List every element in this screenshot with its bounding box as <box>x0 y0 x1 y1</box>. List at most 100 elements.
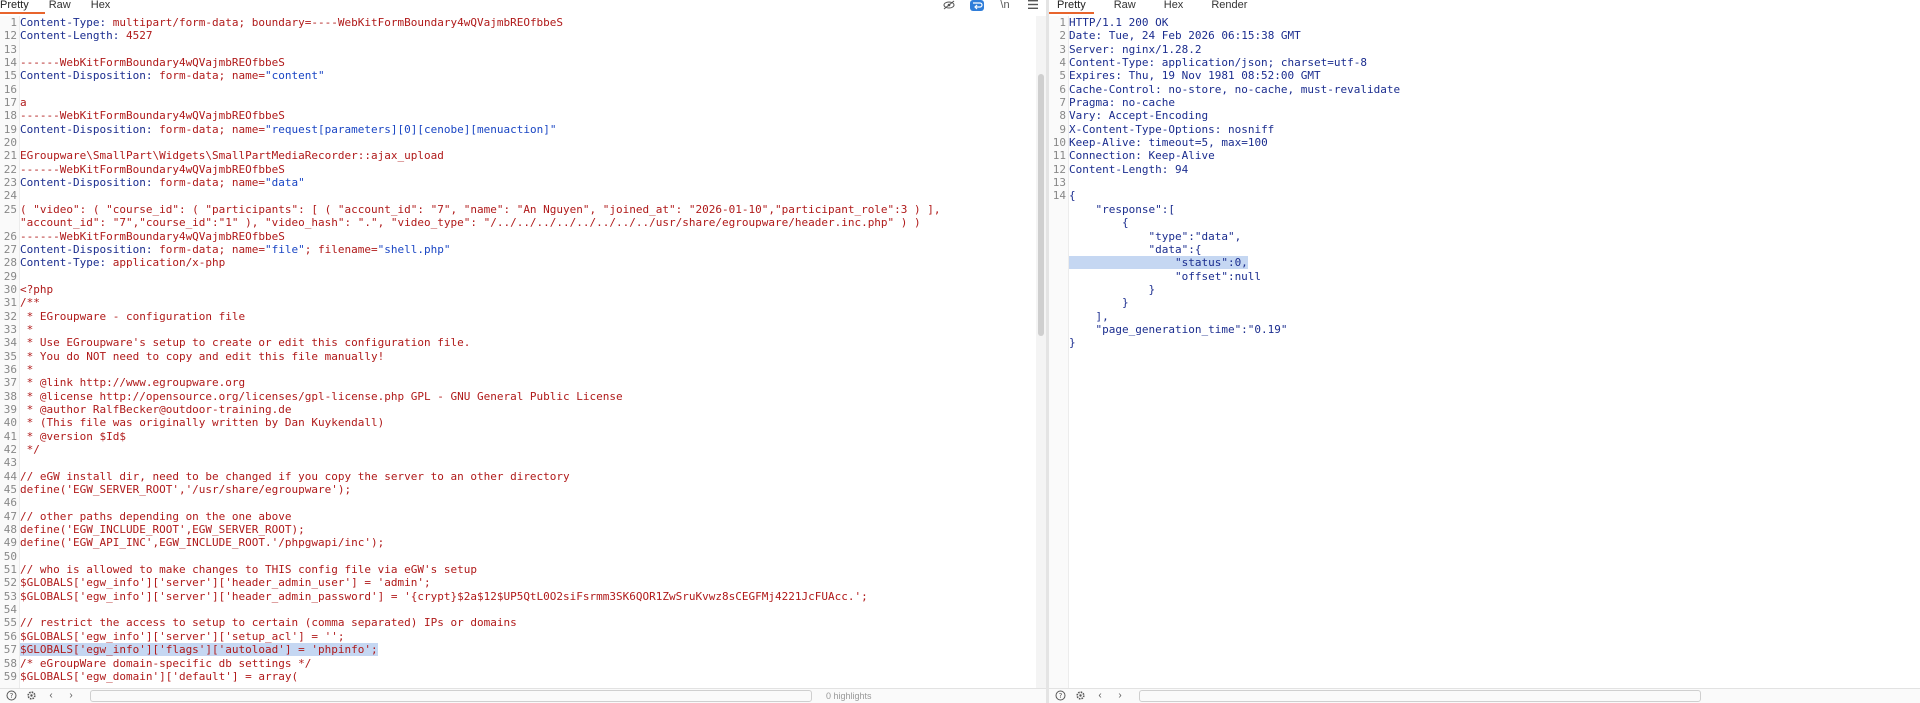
line-number: 28 <box>3 256 17 270</box>
code-line: ------WebKitFormBoundary4wQVajmbREOfbbeS <box>20 163 1034 176</box>
highlights-count: 0 highlights <box>826 691 872 701</box>
line-number <box>1049 283 1068 296</box>
wrap-icon[interactable] <box>970 0 984 11</box>
line-number: 16 <box>3 82 17 96</box>
code-line: define('EGW_API_INC',EGW_INCLUDE_ROOT.'/… <box>20 536 1034 549</box>
header-value: form-data; name= <box>152 122 266 136</box>
code-line <box>20 603 1034 616</box>
tab-raw[interactable]: Raw <box>49 0 87 12</box>
header-value: no-cache <box>1115 96 1175 110</box>
chevron-left-icon[interactable]: ‹ <box>44 690 58 702</box>
search-input[interactable] <box>90 690 812 702</box>
header-key: Content-Length: <box>20 29 120 43</box>
code-text: /** <box>20 296 40 310</box>
line-number: 45 <box>3 483 17 497</box>
code-line: * <box>20 323 1034 336</box>
header-key: X-Content-Type-Options: <box>1069 122 1222 136</box>
code-text: $GLOBALS['egw_info']['server']['header_a… <box>20 576 431 590</box>
chevron-right-icon[interactable]: › <box>1113 690 1127 702</box>
code-line: Vary: Accept-Encoding <box>1069 109 1908 122</box>
code-line: "offset":null <box>1069 270 1908 283</box>
code-line: * Use EGroupware's setup to create or ed… <box>20 336 1034 349</box>
code-line: { <box>1069 189 1908 202</box>
code-text: $GLOBALS['egw_info']['server']['header_a… <box>20 589 868 603</box>
tab-raw[interactable]: Raw <box>1106 0 1144 12</box>
newline-icon[interactable]: \n <box>998 0 1012 11</box>
code-line: a <box>20 96 1034 109</box>
help-icon[interactable]: ? <box>4 690 18 702</box>
help-icon[interactable]: ? <box>1053 690 1067 702</box>
request-scrollbar[interactable] <box>1036 16 1046 689</box>
gear-icon[interactable] <box>24 690 38 702</box>
tab-pretty[interactable]: Pretty <box>1049 0 1094 14</box>
code-line: { <box>1069 216 1908 229</box>
gear-icon[interactable] <box>1073 690 1087 702</box>
line-number: 2 <box>1059 29 1066 43</box>
response-editor[interactable]: 1 2 3 4 5 6 7 8 9 10 11 12 13 14 HTTP/1.1 200 OK Date:… <box>1049 16 1920 689</box>
line-number: 35 <box>3 349 17 363</box>
chevron-left-icon[interactable]: ‹ <box>1093 690 1107 702</box>
menu-icon[interactable] <box>1026 0 1040 11</box>
code-text: // eGW install dir, need to be changed i… <box>20 469 570 483</box>
code-text: { <box>1069 189 1076 203</box>
header-key: Content-Length: <box>1069 162 1169 176</box>
request-toolbar: \n <box>942 0 1040 12</box>
line-number: 58 <box>3 656 17 670</box>
request-editor[interactable]: 1 12 13 14 15 16 17 18 19 20 21 22 23 24 25 26 27 28 29 30… <box>0 16 1046 689</box>
line-number: 10 <box>1052 136 1066 150</box>
code-text: "response":[ <box>1069 202 1175 216</box>
tab-hex[interactable]: Hex <box>1156 0 1192 12</box>
header-value: timeout=5, max=100 <box>1141 136 1268 150</box>
code-line: * @link http://www.egroupware.org <box>20 376 1034 389</box>
line-number: 18 <box>3 109 17 123</box>
code-line: /** <box>20 296 1034 309</box>
code-line: $GLOBALS['egw_info']['server']['header_a… <box>20 576 1034 589</box>
header-string: "content" <box>265 69 325 83</box>
header-key: Date: <box>1069 29 1103 43</box>
chevron-right-icon[interactable]: › <box>64 690 78 702</box>
code-text: a <box>20 96 27 110</box>
code-line: $GLOBALS['egw_domain']['default'] = arra… <box>20 670 1034 683</box>
line-number: 36 <box>3 362 17 376</box>
tab-pretty[interactable]: Pretty <box>0 0 45 14</box>
code-line: * @license http://opensource.org/license… <box>20 390 1034 403</box>
code-line: <?php <box>20 283 1034 296</box>
header-string: "file" <box>265 242 305 256</box>
response-code[interactable]: HTTP/1.1 200 OK Date: Tue, 24 Feb 2026 06… <box>1069 16 1908 689</box>
code-line: Cache-Control: no-store, no-cache, must-… <box>1069 83 1908 96</box>
line-number: 33 <box>3 322 17 336</box>
response-pane: Pretty Raw Hex Render 1 2 3 4 5 6 7 8 9 10 11 12 13 1… <box>1049 0 1920 703</box>
request-scroll-thumb[interactable] <box>1038 74 1044 336</box>
line-number: 1 <box>1059 16 1066 29</box>
code-text: ------WebKitFormBoundary4wQVajmbREOfbbeS <box>20 56 285 70</box>
code-line: ------WebKitFormBoundary4wQVajmbREOfbbeS <box>20 230 1034 243</box>
line-number: 12 <box>3 29 17 43</box>
code-line <box>20 456 1034 469</box>
header-key: Pragma: <box>1069 96 1116 110</box>
line-number: 49 <box>3 536 17 550</box>
line-number: 59 <box>3 669 17 683</box>
search-input[interactable] <box>1139 690 1701 702</box>
eye-slash-icon[interactable] <box>942 0 956 11</box>
code-line: } <box>1069 296 1908 309</box>
line-number: 40 <box>3 416 17 430</box>
line-number: 34 <box>3 336 17 350</box>
header-value: Keep-Alive <box>1141 149 1215 163</box>
tab-render[interactable]: Render <box>1203 0 1255 12</box>
svg-text:?: ? <box>9 692 13 700</box>
code-line: ------WebKitFormBoundary4wQVajmbREOfbbeS <box>20 109 1034 122</box>
code-text: ], <box>1069 309 1109 323</box>
tab-hex[interactable]: Hex <box>91 0 127 12</box>
code-text: // restrict the access to setup to certa… <box>20 616 517 630</box>
header-value: ; filename= <box>304 242 378 256</box>
code-text: * @link http://www.egroupware.org <box>20 376 246 390</box>
code-text: * @author RalfBecker@outdoor-training.de <box>20 402 292 416</box>
line-number <box>1049 216 1068 229</box>
request-code[interactable]: Content-Type: multipart/form-data; bound… <box>20 16 1034 689</box>
line-number: 1 <box>10 16 17 29</box>
code-line: $GLOBALS['egw_info']['server']['header_a… <box>20 590 1034 603</box>
code-line: HTTP/1.1 200 OK <box>1069 16 1908 29</box>
header-value: 94 <box>1168 162 1189 176</box>
